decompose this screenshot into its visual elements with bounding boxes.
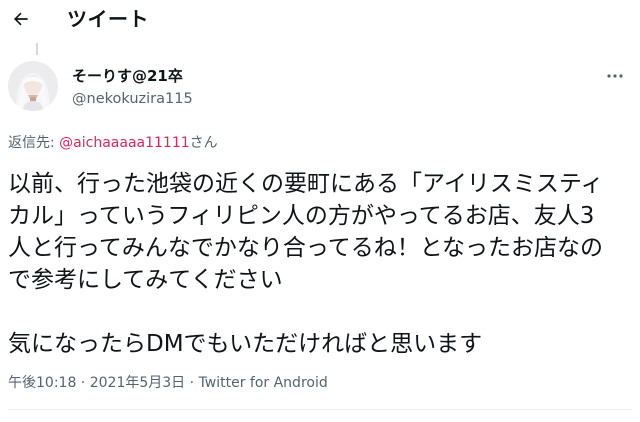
arrow-left-icon — [14, 12, 28, 26]
tweet-date[interactable]: 2021年5月3日 — [90, 375, 185, 391]
meta-separator: · — [76, 375, 90, 391]
more-button[interactable] — [600, 66, 630, 86]
page-title: ツイート — [67, 7, 149, 31]
tweet-text: 以前、行った池袋の近くの要町にある「アイリスミスティカル」っていうフィリピン人の… — [8, 171, 604, 357]
avatar-image — [8, 61, 58, 111]
tweet-client[interactable]: Twitter for Android — [199, 375, 328, 391]
back-button[interactable] — [6, 4, 36, 34]
tweet-header: ツイート — [0, 0, 640, 40]
author-display-name[interactable]: そーりす@21卒 — [72, 66, 183, 86]
reply-to-line: 返信先: @aichaaaaa11111さん — [8, 133, 218, 153]
avatar[interactable] — [8, 61, 58, 111]
reply-to-prefix: 返信先: — [8, 135, 60, 151]
more-horizontal-icon — [607, 74, 623, 78]
tweet-time[interactable]: 午後10:18 — [8, 375, 76, 391]
divider — [8, 409, 632, 410]
meta-separator: · — [185, 375, 199, 391]
author-handle[interactable]: @nekokuzira115 — [72, 89, 193, 109]
reply-to-suffix: さん — [189, 135, 218, 151]
reply-mention-link[interactable]: @aichaaaaa11111 — [59, 135, 189, 151]
thread-connector-line — [36, 43, 38, 55]
tweet-meta: 午後10:18 · 2021年5月3日 · Twitter for Androi… — [8, 373, 328, 393]
